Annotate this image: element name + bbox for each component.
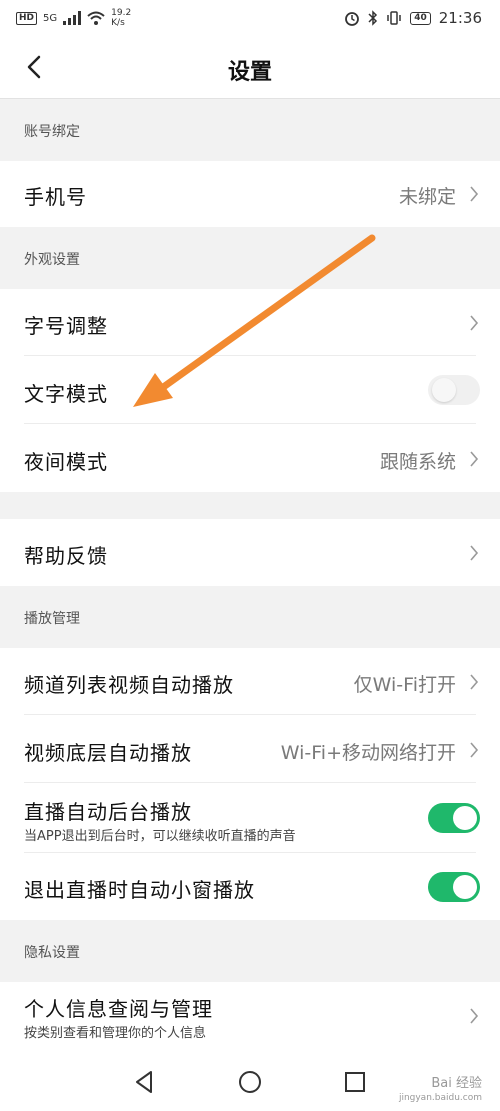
chevron-right-icon <box>470 451 479 467</box>
section-header-account: 账号绑定 <box>0 99 500 161</box>
row-label: 夜间模式 <box>24 450 108 474</box>
back-triangle-icon[interactable] <box>130 1067 160 1097</box>
row-label: 手机号 <box>24 185 87 209</box>
network-speed: 19.2 K/s <box>111 8 132 28</box>
row-value: 未绑定 <box>398 186 456 208</box>
row-value: 仅Wi-Fi打开 <box>353 674 456 696</box>
chevron-right-icon <box>470 545 479 561</box>
row-label: 频道列表视频自动播放 <box>24 673 234 697</box>
setting-row-font-size[interactable]: 字号调整 <box>0 289 500 356</box>
signal-strength-icon <box>63 11 82 25</box>
recents-square-icon[interactable] <box>340 1067 370 1097</box>
row-label: 文字模式 <box>24 382 108 406</box>
row-label: 字号调整 <box>24 314 108 338</box>
row-label: 直播自动后台播放 <box>24 800 192 824</box>
section-gap <box>0 492 500 519</box>
row-label: 帮助反馈 <box>24 544 108 568</box>
row-value: Wi-Fi+移动网络打开 <box>280 742 456 764</box>
bluetooth-icon <box>368 10 378 26</box>
system-navigation-bar: Bai 经验 jingyan.baidu.com <box>0 1053 500 1111</box>
hd-indicator: HD <box>16 11 38 25</box>
setting-row-live-background: 直播自动后台播放 当APP退出到后台时，可以继续收听直播的声音 <box>0 783 500 853</box>
signal-type: 5G <box>43 12 58 24</box>
setting-row-mini-window: 退出直播时自动小窗播放 <box>0 853 500 920</box>
live-background-toggle[interactable] <box>428 803 480 833</box>
row-value: 跟随系统 <box>379 451 456 473</box>
row-label: 退出直播时自动小窗播放 <box>24 878 255 902</box>
row-subtitle: 按类别查看和管理你的个人信息 <box>24 1026 207 1041</box>
setting-row-channel-autoplay[interactable]: 频道列表视频自动播放 仅Wi-Fi打开 <box>0 648 500 715</box>
row-label: 个人信息查阅与管理 <box>24 997 213 1021</box>
setting-row-help[interactable]: 帮助反馈 <box>0 519 500 586</box>
chevron-right-icon <box>470 1008 479 1024</box>
mini-window-toggle[interactable] <box>428 872 480 902</box>
text-mode-toggle[interactable] <box>428 375 480 405</box>
clock: 21:36 <box>438 9 482 27</box>
setting-row-personal-info[interactable]: 个人信息查阅与管理 按类别查看和管理你的个人信息 <box>0 982 500 1053</box>
row-subtitle: 当APP退出到后台时，可以继续收听直播的声音 <box>24 829 296 844</box>
watermark: Bai 经验 jingyan.baidu.com <box>398 1076 482 1104</box>
setting-row-bottom-autoplay[interactable]: 视频底层自动播放 Wi-Fi+移动网络打开 <box>0 715 500 783</box>
setting-row-phone[interactable]: 手机号 未绑定 <box>0 161 500 227</box>
section-header-playback: 播放管理 <box>0 586 500 648</box>
battery-indicator: 40 <box>410 11 431 25</box>
status-bar: HD 5G 19.2 K/s 40 21:36 <box>0 0 500 36</box>
row-label: 视频底层自动播放 <box>24 741 192 765</box>
alarm-icon <box>345 12 360 26</box>
wifi-icon <box>87 11 105 25</box>
page-title: 设置 <box>227 60 272 85</box>
home-circle-icon[interactable] <box>235 1067 265 1097</box>
chevron-right-icon <box>470 742 479 758</box>
chevron-right-icon <box>470 186 479 202</box>
section-header-privacy: 隐私设置 <box>0 920 500 982</box>
chevron-right-icon <box>470 315 479 331</box>
section-header-appearance: 外观设置 <box>0 227 500 289</box>
vibrate-icon <box>387 11 401 25</box>
chevron-right-icon <box>470 674 479 690</box>
navigation-bar: 设置 <box>0 36 500 99</box>
setting-row-text-mode: 文字模式 <box>0 356 500 424</box>
setting-row-night-mode[interactable]: 夜间模式 跟随系统 <box>0 424 500 492</box>
